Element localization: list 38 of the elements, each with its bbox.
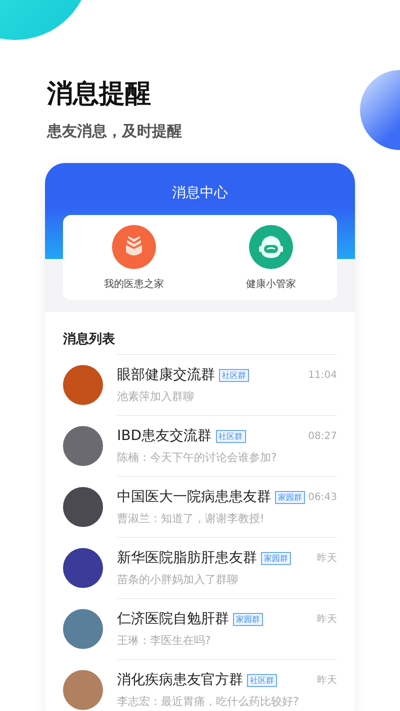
header-title: 消息中心: [172, 184, 228, 202]
message-preview: 曹淑兰：知道了，谢谢李教授!: [117, 511, 264, 526]
message-time: 昨天: [317, 552, 337, 565]
shortcut-label[interactable]: 健康小管家: [246, 276, 296, 290]
shortcut-label[interactable]: 我的医患之家: [104, 276, 164, 290]
group-tag: 社区群: [216, 430, 246, 442]
list-title: 消息列表: [63, 331, 115, 348]
group-tag: 社区群: [247, 674, 277, 686]
avatar: [63, 670, 103, 710]
headline: 消息提醒: [47, 78, 151, 111]
message-time: 06:43: [308, 492, 337, 502]
group-name[interactable]: 仁济医院自勉肝群: [117, 610, 229, 628]
avatar: [63, 548, 103, 588]
message-preview: 苗条的小胖妈加入了群聊: [117, 572, 238, 587]
group-tag: 家园群: [261, 552, 291, 564]
message-time: 昨天: [317, 674, 337, 687]
subtitle: 患友消息，及时提醒: [47, 122, 182, 141]
group-name[interactable]: 中国医大一院病患患友群: [117, 488, 271, 506]
group-tag: 家园群: [233, 612, 263, 626]
message-time: 11:04: [308, 370, 337, 380]
message-time: 昨天: [317, 613, 337, 626]
group-tag: 家园群: [275, 490, 305, 504]
avatar: [63, 486, 103, 526]
avatar: [63, 364, 103, 404]
avatar: [63, 608, 103, 648]
group-name[interactable]: 消化疾病患友官方群: [117, 671, 243, 689]
robot-icon[interactable]: [249, 224, 293, 268]
message-preview: 池素萍加入群聊: [117, 389, 194, 404]
message-time: 08:27: [308, 430, 337, 442]
message-preview: 李志宏：最近胃痛，吃什么药比较好?: [117, 694, 299, 709]
group-name[interactable]: 新华医院脂肪肝患友群: [117, 549, 257, 567]
group-tag: 社区群: [219, 368, 249, 382]
message-preview: 陈楠：今天下午的讨论会谁参加?: [117, 450, 277, 465]
group-name[interactable]: 眼部健康交流群: [117, 366, 215, 384]
group-name[interactable]: IBD患友交流群: [117, 427, 212, 445]
flower-icon[interactable]: [112, 224, 156, 268]
message-preview: 王琳：李医生在吗?: [117, 633, 211, 648]
avatar: [63, 426, 103, 466]
